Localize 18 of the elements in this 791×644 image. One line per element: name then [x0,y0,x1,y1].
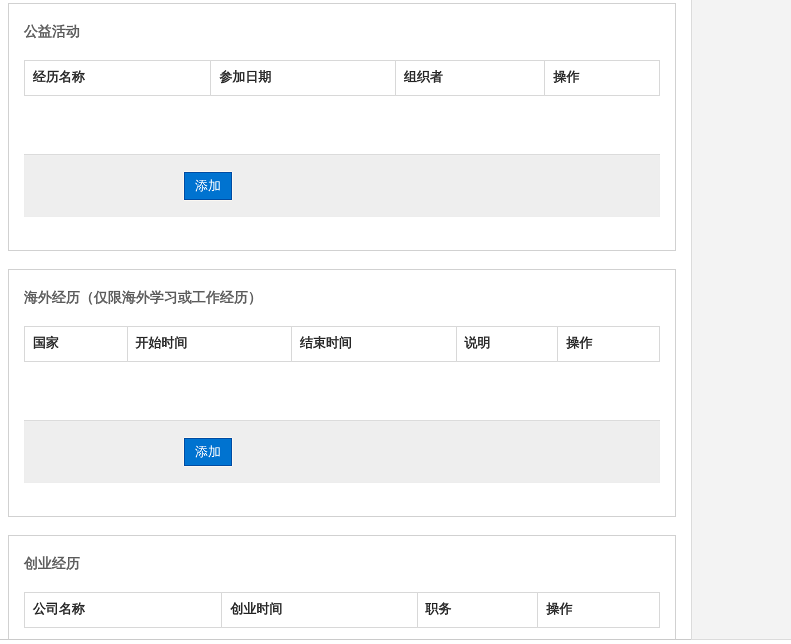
add-button[interactable]: 添加 [184,172,232,200]
column-header: 职务 [416,593,538,627]
column-header: 结束时间 [291,327,456,361]
column-header: 说明 [456,327,558,361]
column-header: 参加日期 [210,61,395,95]
section-title: 创业经历 [24,555,81,574]
section-title: 海外经历（仅限海外学习或工作经历） [24,289,263,308]
column-header: 操作 [537,593,659,627]
column-header: 公司名称 [32,601,86,620]
column-header: 组织者 [394,61,544,95]
column-header: 开始时间 [126,327,292,361]
section-title: 公益活动 [24,23,81,42]
column-header: 操作 [544,61,659,95]
column-header: 操作 [557,327,659,361]
column-header: 国家 [32,334,60,354]
add-button[interactable]: 添加 [184,438,232,466]
column-header: 创业时间 [221,593,417,627]
column-header: 经历名称 [32,69,86,88]
